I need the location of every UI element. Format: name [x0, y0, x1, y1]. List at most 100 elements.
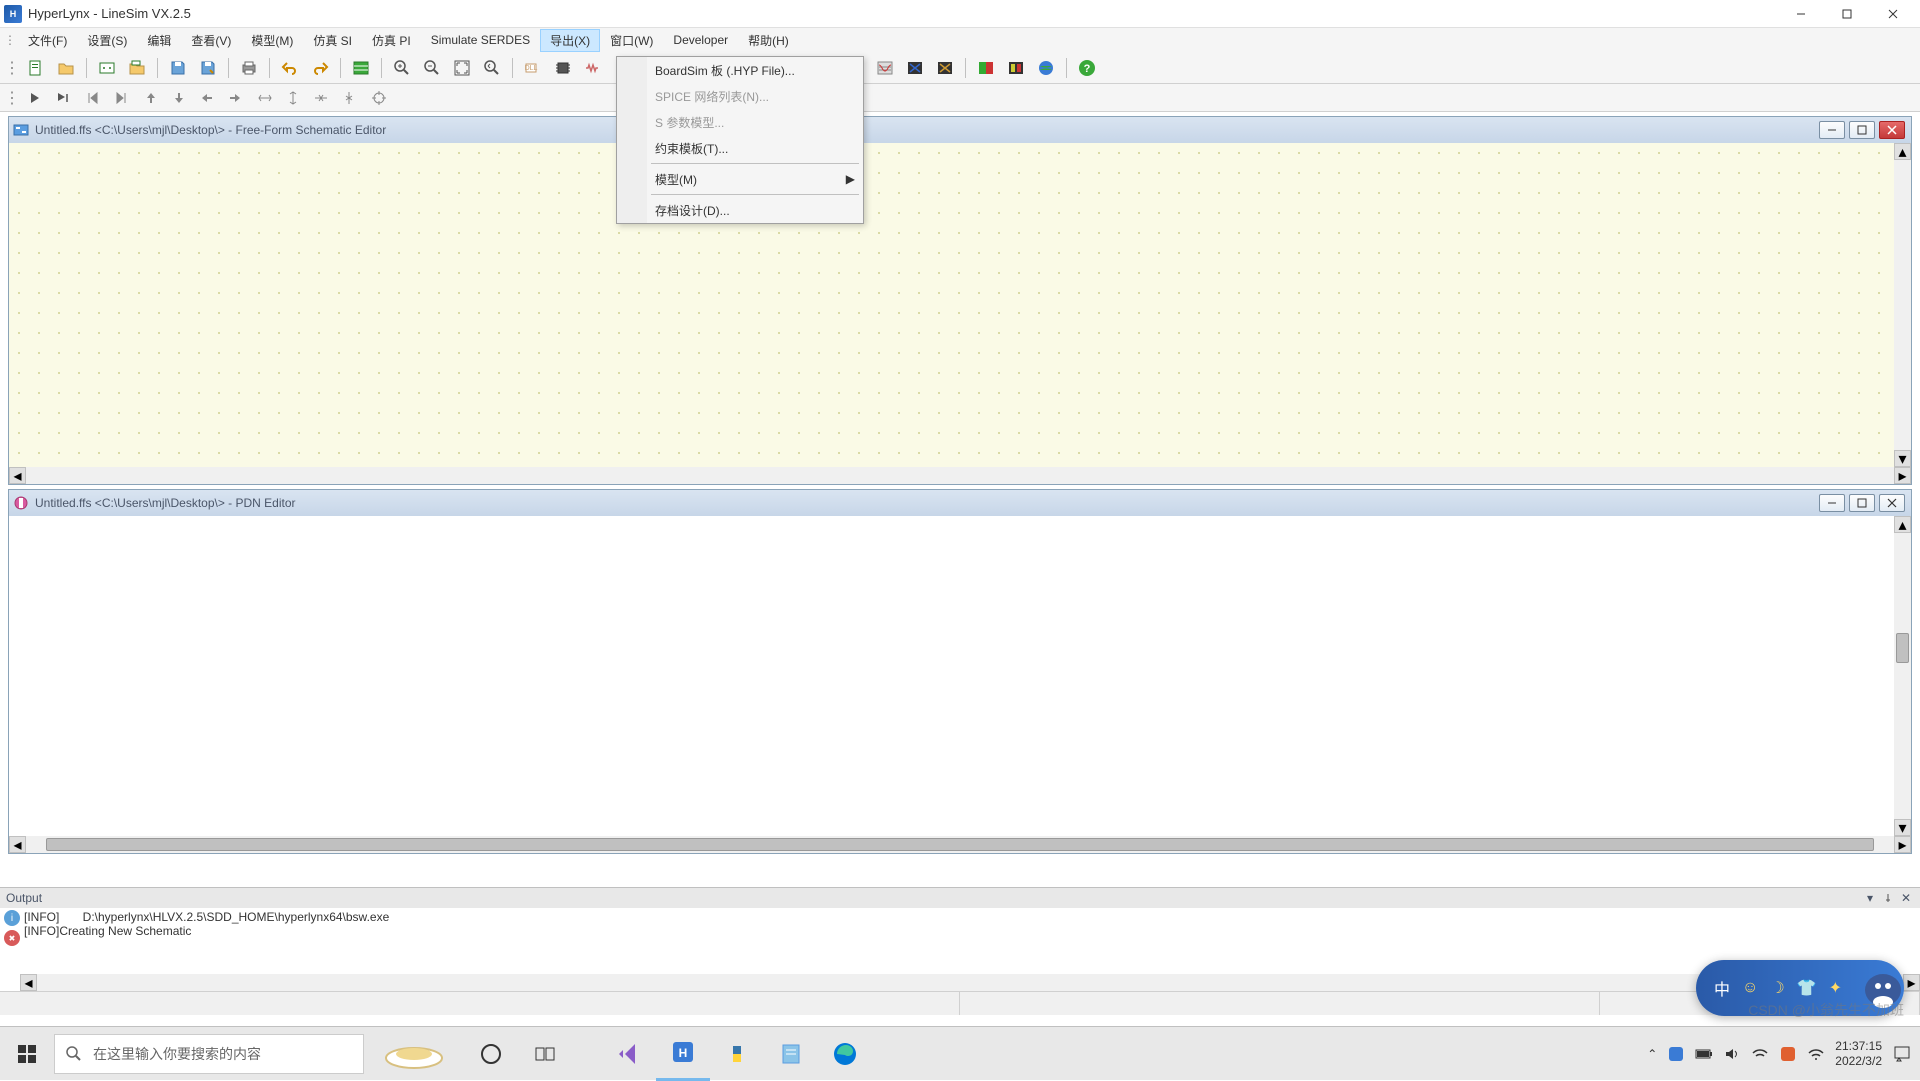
tb2-move-right-icon[interactable]: [222, 86, 248, 110]
minimize-button[interactable]: [1778, 0, 1824, 28]
editor1-vscroll[interactable]: ▴ ▾: [1894, 143, 1911, 467]
menu-file[interactable]: 文件(F): [18, 29, 77, 52]
scroll-left-icon[interactable]: ◂: [9, 467, 26, 484]
tb-thermal2-icon[interactable]: [1002, 54, 1030, 82]
scroll-right-icon[interactable]: ▸: [1894, 836, 1911, 853]
ime-shirt-icon[interactable]: 👕: [1797, 978, 1817, 998]
dropdown-model[interactable]: 模型(M)▶: [617, 166, 863, 192]
ime-moon-icon[interactable]: ☽: [1770, 978, 1784, 998]
scroll-left-icon[interactable]: ◂: [20, 974, 37, 991]
tb-resistor-icon[interactable]: [579, 54, 607, 82]
tb-assign-model-icon[interactable]: DLL: [519, 54, 547, 82]
tb-open-folder-icon[interactable]: [52, 54, 80, 82]
dropdown-constraint[interactable]: 约束模板(T)...: [617, 135, 863, 161]
ime-emoji-icon[interactable]: ☺: [1742, 979, 1758, 997]
editor1-maximize-button[interactable]: [1849, 121, 1875, 139]
menu-settings[interactable]: 设置(S): [77, 29, 137, 52]
tray-wifi-icon[interactable]: [1751, 1045, 1769, 1063]
menu-sim-pi[interactable]: 仿真 PI: [362, 29, 421, 52]
editor2-maximize-button[interactable]: [1849, 494, 1875, 512]
scroll-down-icon[interactable]: ▾: [1894, 450, 1911, 467]
output-header[interactable]: Output ▾ ✕: [0, 888, 1920, 908]
tb-zoom-in-icon[interactable]: [388, 54, 416, 82]
taskbar-notepad-icon[interactable]: [764, 1027, 818, 1081]
tb2-resize-h-icon[interactable]: [252, 86, 278, 110]
tb2-next-icon[interactable]: [108, 86, 134, 110]
tb-saveas-icon[interactable]: [194, 54, 222, 82]
ime-widget[interactable]: 中 ☺ ☽ 👕 ✦: [1696, 960, 1904, 1016]
menu-help[interactable]: 帮助(H): [738, 29, 799, 52]
editor2-hscroll[interactable]: ◂ ▸: [9, 836, 1911, 853]
editor2-close-button[interactable]: [1879, 494, 1905, 512]
tb-eye2-icon[interactable]: [931, 54, 959, 82]
scroll-down-icon[interactable]: ▾: [1894, 819, 1911, 836]
tb2-target-icon[interactable]: [366, 86, 392, 110]
tb-globe-icon[interactable]: [1032, 54, 1060, 82]
ime-star-icon[interactable]: ✦: [1829, 978, 1842, 998]
scroll-up-icon[interactable]: ▴: [1894, 143, 1911, 160]
taskbar-edge-icon[interactable]: [818, 1027, 872, 1081]
tb-stackup-icon[interactable]: [347, 54, 375, 82]
tb-eye1-icon[interactable]: [901, 54, 929, 82]
taskbar-python-icon[interactable]: [710, 1027, 764, 1081]
tray-battery-icon[interactable]: [1695, 1045, 1713, 1063]
menu-serdes[interactable]: Simulate SERDES: [421, 30, 540, 50]
tb-zoom-out-icon[interactable]: [418, 54, 446, 82]
scroll-up-icon[interactable]: ▴: [1894, 516, 1911, 533]
taskbar-search[interactable]: 在这里输入你要搜索的内容: [54, 1034, 364, 1074]
tray-wifi2-icon[interactable]: [1807, 1045, 1825, 1063]
maximize-button[interactable]: [1824, 0, 1870, 28]
tb-redo-icon[interactable]: [306, 54, 334, 82]
output-pin-icon[interactable]: [1880, 890, 1896, 906]
tb-print-icon[interactable]: [235, 54, 263, 82]
tray-volume-icon[interactable]: [1723, 1045, 1741, 1063]
start-button[interactable]: [0, 1027, 54, 1081]
tb-board-icon[interactable]: [93, 54, 121, 82]
tb2-prev-icon[interactable]: [80, 86, 106, 110]
tb2-resize-v-icon[interactable]: [280, 86, 306, 110]
pdn-canvas[interactable]: [9, 516, 1911, 836]
tb-ic-icon[interactable]: [549, 54, 577, 82]
menu-developer[interactable]: Developer: [663, 30, 738, 50]
weather-widget[interactable]: [364, 1034, 464, 1074]
dropdown-boardsim[interactable]: BoardSim 板 (.HYP File)...: [617, 57, 863, 83]
tb-zoom-fit-icon[interactable]: [448, 54, 476, 82]
tb-thermal1-icon[interactable]: [972, 54, 1000, 82]
scroll-right-icon[interactable]: ▸: [1894, 467, 1911, 484]
schematic-canvas[interactable]: [9, 143, 1911, 467]
tb-chart2-icon[interactable]: [871, 54, 899, 82]
taskbar-hyperlynx-icon[interactable]: H: [656, 1027, 710, 1081]
tb2-expand-icon[interactable]: [336, 86, 362, 110]
output-close-icon[interactable]: ✕: [1898, 890, 1914, 906]
tb2-move-down-icon[interactable]: [166, 86, 192, 110]
menu-sim-si[interactable]: 仿真 SI: [303, 29, 362, 52]
menu-model[interactable]: 模型(M): [241, 29, 303, 52]
tb-new-schematic-icon[interactable]: [22, 54, 50, 82]
menu-view[interactable]: 查看(V): [181, 29, 241, 52]
schematic-editor-titlebar[interactable]: Untitled.ffs <C:\Users\mjl\Desktop\> - F…: [9, 117, 1911, 143]
taskbar-vs-icon[interactable]: [602, 1027, 656, 1081]
menu-edit[interactable]: 编辑: [137, 29, 181, 52]
output-dropdown-icon[interactable]: ▾: [1862, 890, 1878, 906]
tray-notification-icon[interactable]: [1892, 1044, 1912, 1064]
tb-help-icon[interactable]: ?: [1073, 54, 1101, 82]
scroll-left-icon[interactable]: ◂: [9, 836, 26, 853]
tb2-move-up-icon[interactable]: [138, 86, 164, 110]
tb2-collapse-icon[interactable]: [308, 86, 334, 110]
tb2-move-left-icon[interactable]: [194, 86, 220, 110]
tb-zoom-prev-icon[interactable]: [478, 54, 506, 82]
dropdown-archive[interactable]: 存档设计(D)...: [617, 197, 863, 223]
tray-app1-icon[interactable]: [1667, 1045, 1685, 1063]
close-button[interactable]: [1870, 0, 1916, 28]
pdn-editor-titlebar[interactable]: Untitled.ffs <C:\Users\mjl\Desktop\> - P…: [9, 490, 1911, 516]
tb-save-icon[interactable]: [164, 54, 192, 82]
output-hscroll[interactable]: ◂ ▸: [20, 974, 1920, 991]
editor1-close-button[interactable]: [1879, 121, 1905, 139]
tray-clock[interactable]: 21:37:15 2022/3/2: [1835, 1039, 1882, 1068]
cortana-button[interactable]: [464, 1027, 518, 1081]
editor2-vscroll[interactable]: ▴ ▾: [1894, 516, 1911, 836]
editor1-hscroll[interactable]: ◂ ▸: [9, 467, 1911, 484]
tb2-play-icon[interactable]: [22, 86, 48, 110]
tb-undo-icon[interactable]: [276, 54, 304, 82]
menu-window[interactable]: 窗口(W): [600, 29, 663, 52]
